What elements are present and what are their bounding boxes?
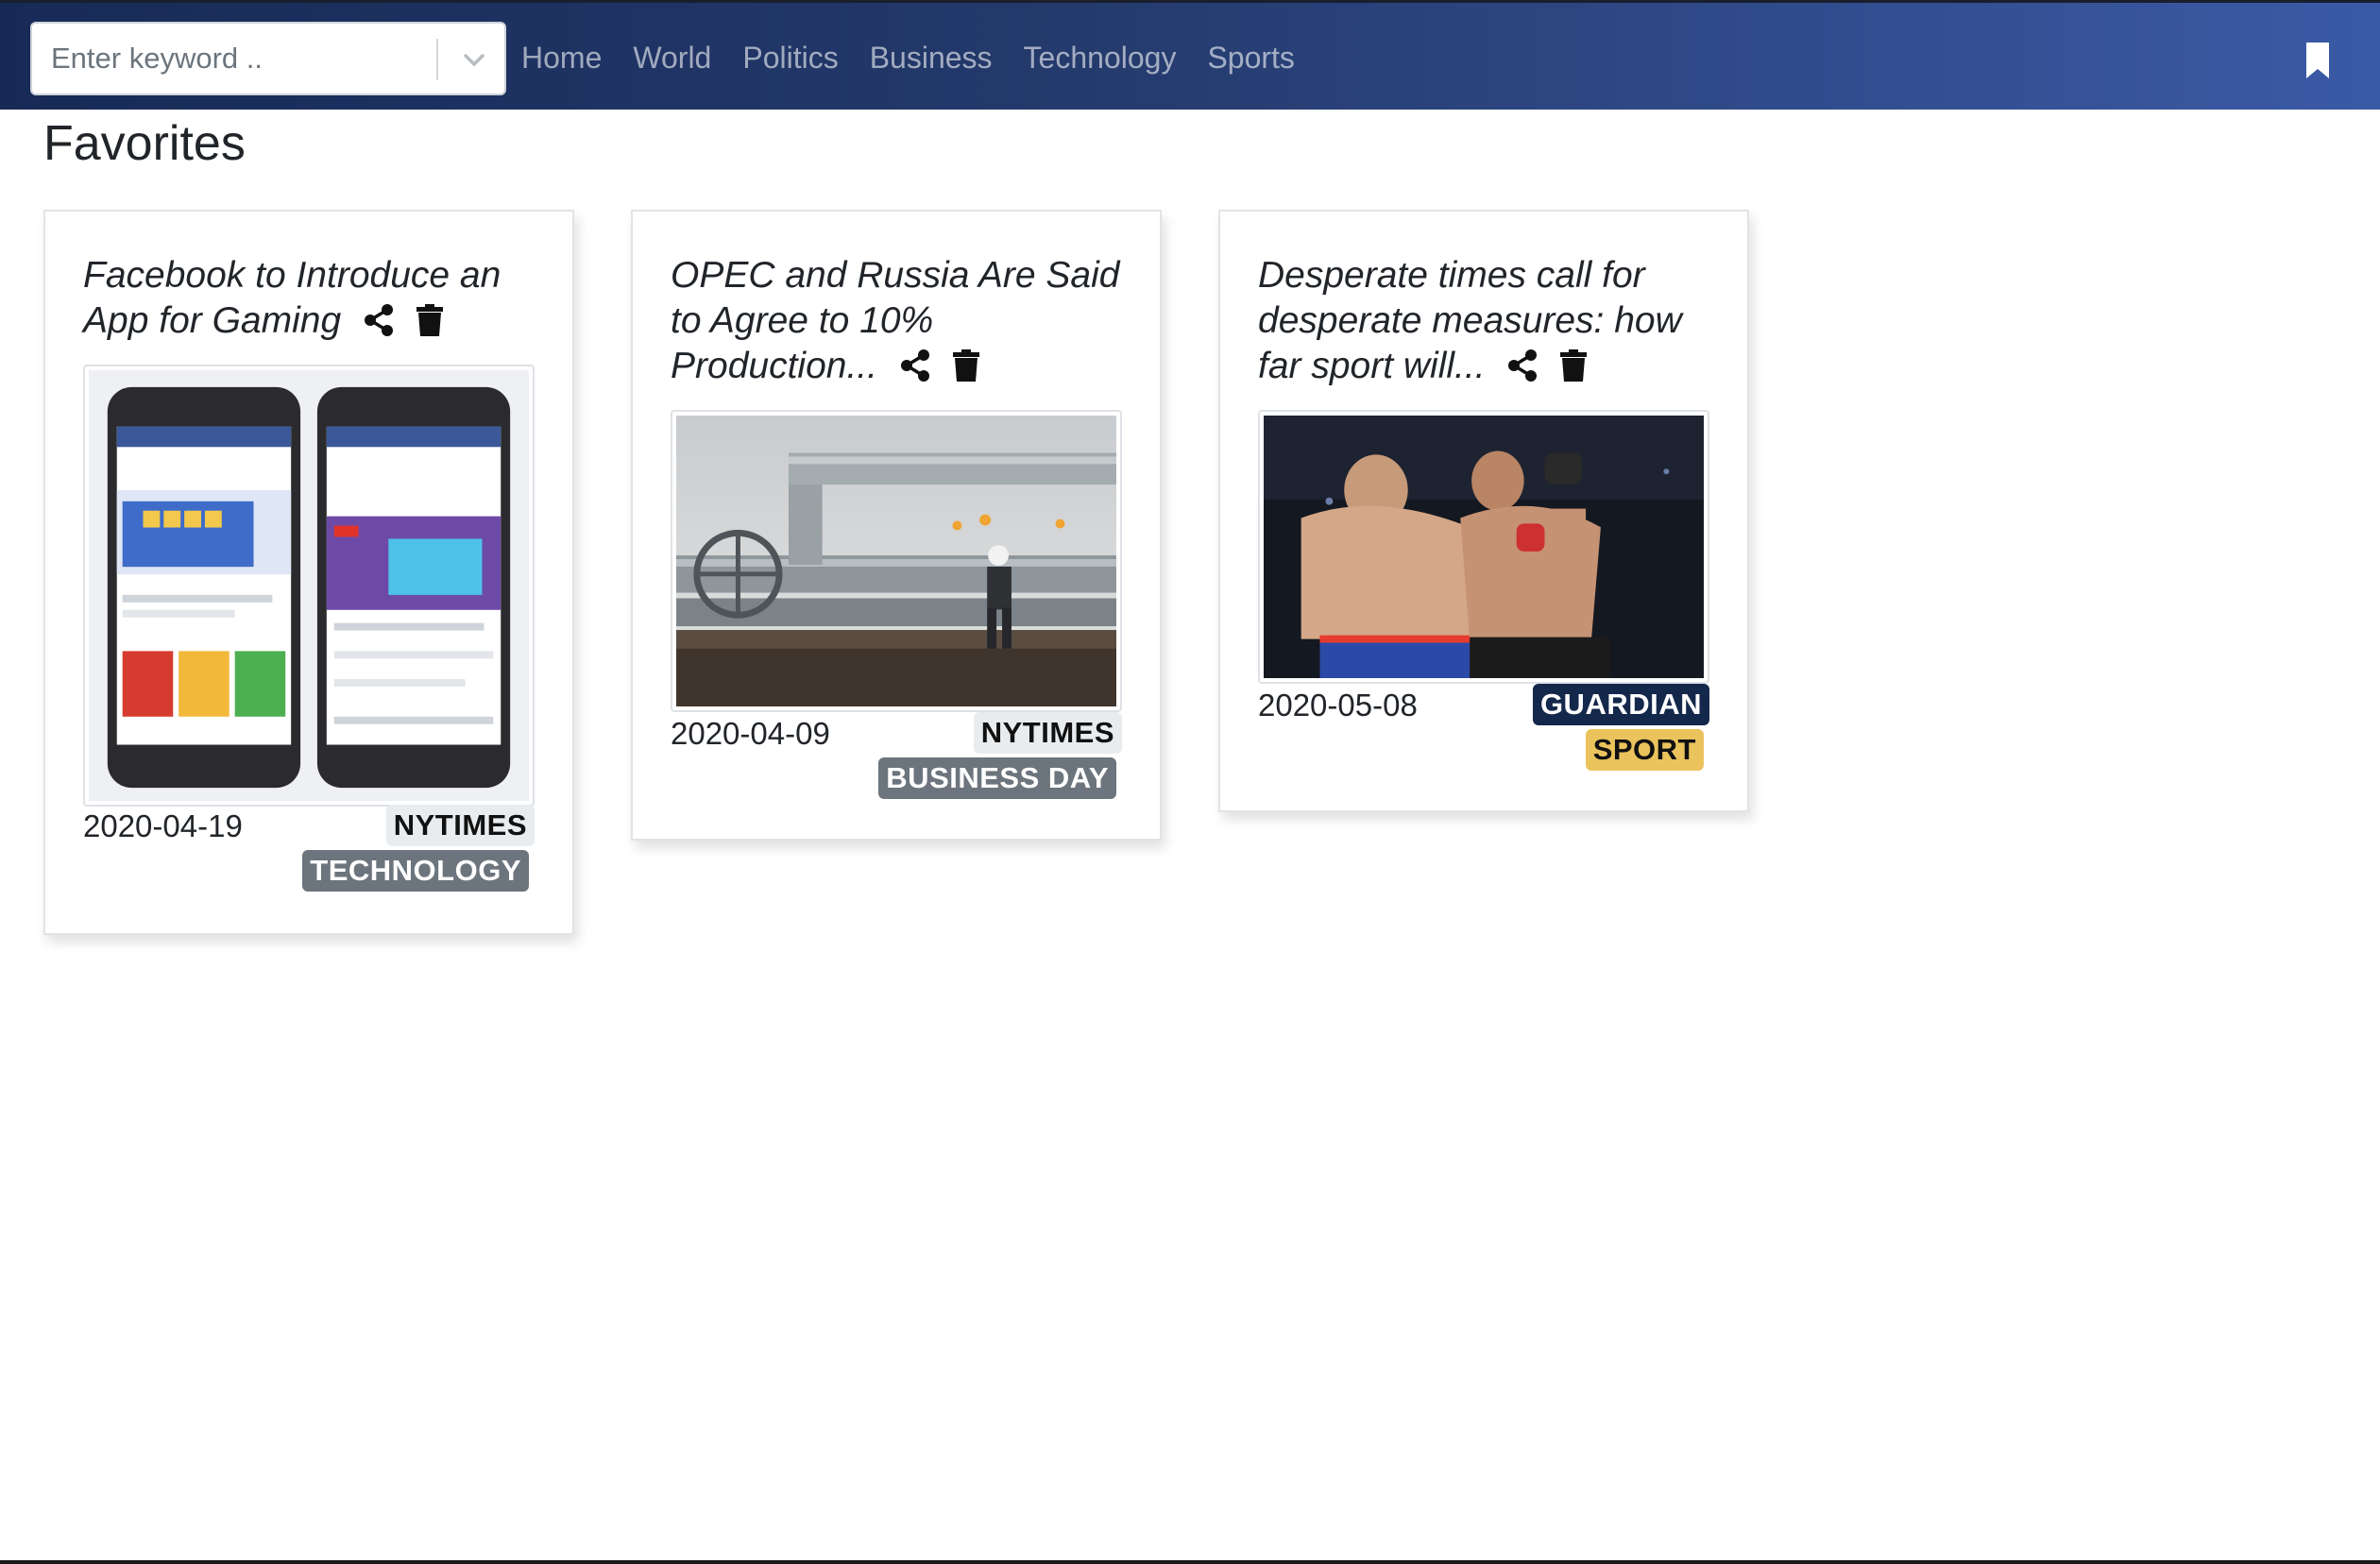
article-thumbnail[interactable] [1258, 410, 1709, 684]
card-date: 2020-04-09 [671, 716, 830, 751]
card-date: 2020-04-19 [83, 808, 243, 843]
trash-icon[interactable] [952, 348, 979, 382]
page-title: Favorites [43, 116, 246, 171]
top-navbar: Home World Politics Business Technology … [0, 0, 2380, 110]
oil-pipeline-worker-image [676, 416, 1116, 706]
nav-link-politics[interactable]: Politics [742, 41, 838, 76]
chevron-down-icon[interactable] [457, 42, 491, 76]
search-separator [436, 39, 438, 80]
nav-link-business[interactable]: Business [870, 41, 993, 76]
window-bottom-border [0, 1560, 2380, 1564]
share-icon[interactable] [1506, 348, 1538, 382]
article-card[interactable]: Desperate times call for desperate measu… [1218, 210, 1749, 812]
bookmark-icon[interactable] [2304, 42, 2331, 78]
source-badge: NYTIMES [385, 805, 535, 846]
nav-link-home[interactable]: Home [521, 41, 602, 76]
search-input[interactable] [32, 24, 434, 94]
source-badge: GUARDIAN [1532, 684, 1709, 725]
mma-fighters-image [1264, 416, 1704, 678]
article-thumbnail[interactable] [671, 410, 1122, 712]
nav-links: Home World Politics Business Technology … [521, 3, 1326, 112]
article-thumbnail[interactable] [83, 365, 535, 807]
card-title-text: OPEC and Russia Are Said to Agree to 10%… [671, 255, 1120, 386]
nav-link-technology[interactable]: Technology [1024, 41, 1177, 76]
trash-icon[interactable] [1560, 348, 1588, 382]
article-card[interactable]: Facebook to Introduce an App for Gaming [43, 210, 574, 935]
card-title: Desperate times call for desperate measu… [1258, 253, 1711, 389]
card-title: OPEC and Russia Are Said to Agree to 10%… [671, 253, 1124, 389]
nav-link-sports[interactable]: Sports [1207, 41, 1294, 76]
facebook-gaming-phones-image [89, 370, 529, 801]
card-title: Facebook to Introduce an App for Gaming [83, 253, 536, 344]
section-badge: TECHNOLOGY [302, 850, 529, 892]
share-icon[interactable] [899, 348, 931, 382]
card-title-text: Desperate times call for desperate measu… [1258, 255, 1682, 386]
keyword-search-select[interactable] [30, 22, 506, 95]
trash-icon[interactable] [416, 303, 443, 336]
nav-link-world[interactable]: World [633, 41, 711, 76]
section-badge: SPORT [1585, 729, 1704, 771]
share-icon[interactable] [363, 303, 395, 337]
card-date: 2020-05-08 [1258, 688, 1418, 722]
article-card[interactable]: OPEC and Russia Are Said to Agree to 10%… [631, 210, 1162, 841]
source-badge: NYTIMES [973, 712, 1122, 754]
section-badge: BUSINESS DAY [878, 757, 1116, 799]
